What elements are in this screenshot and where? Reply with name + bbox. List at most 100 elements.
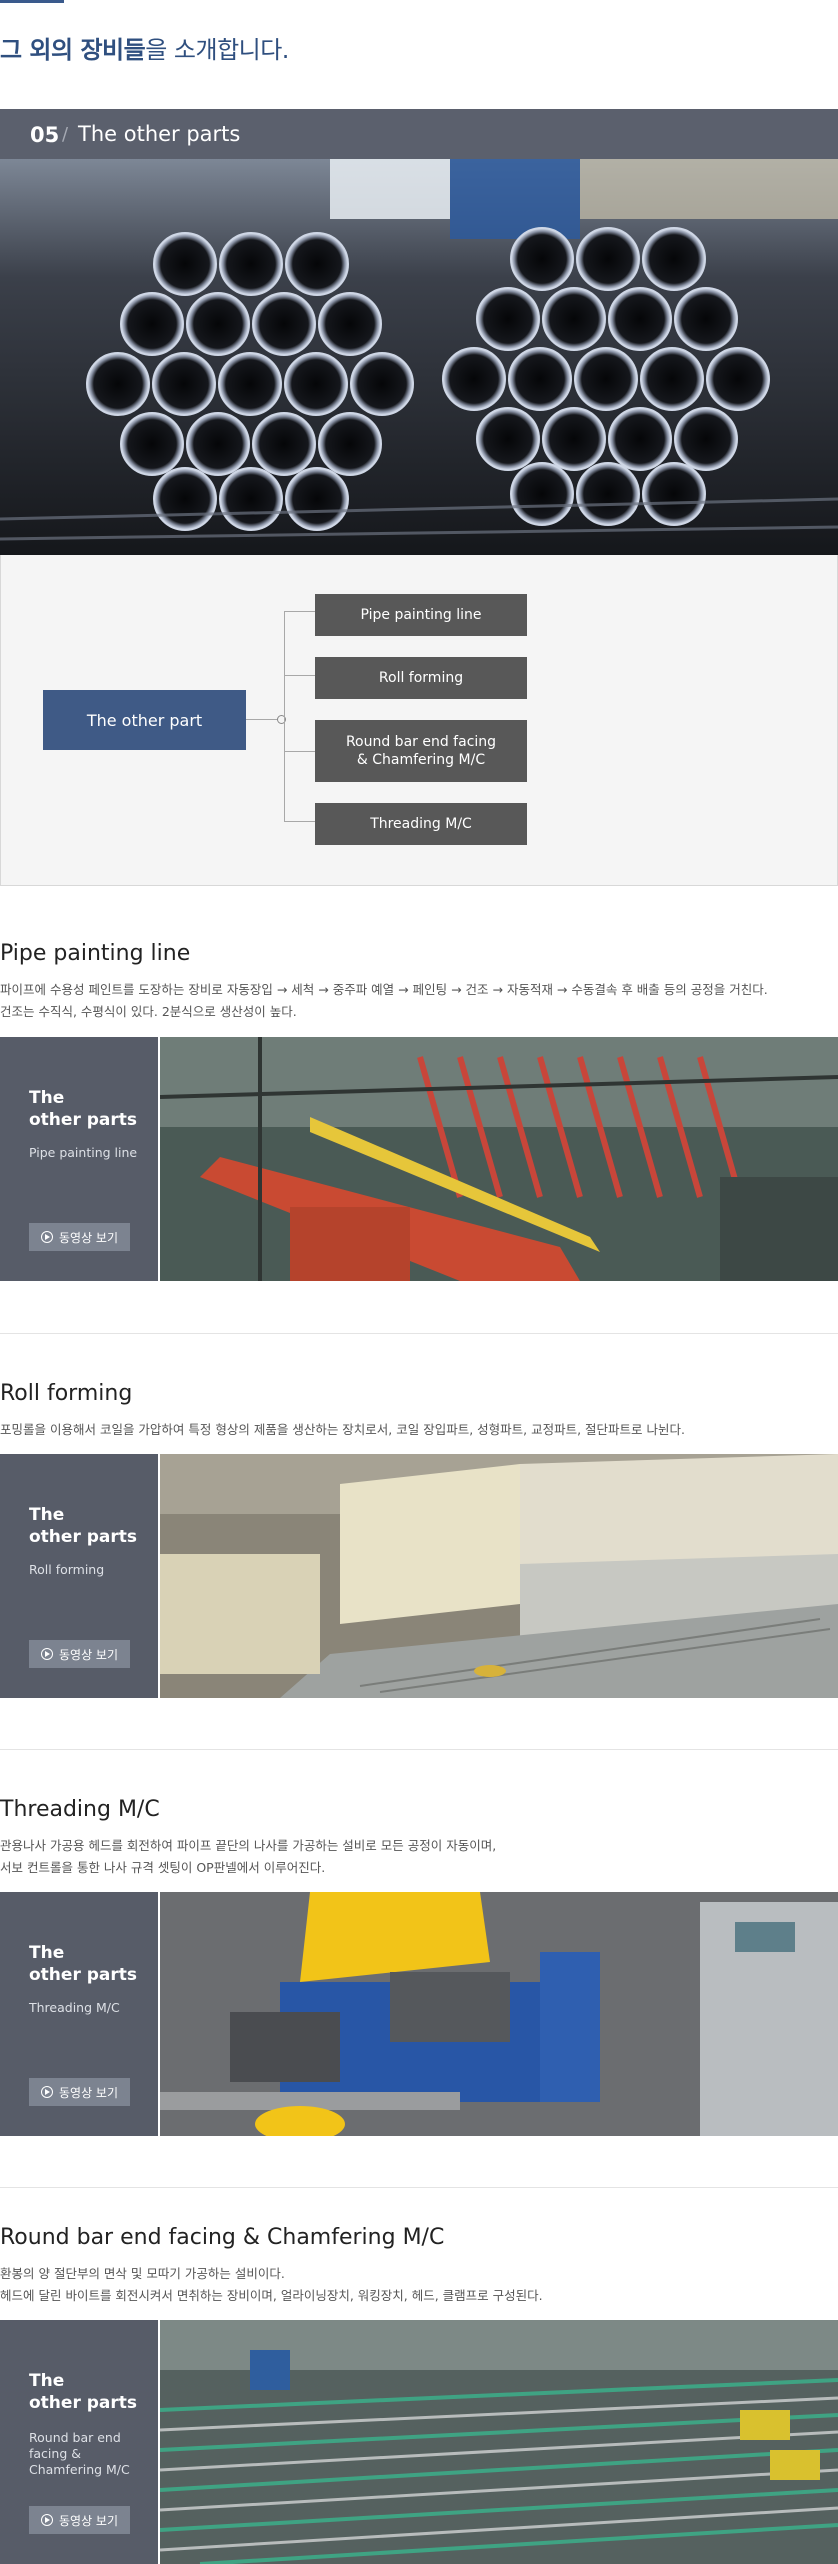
card-title: The other parts <box>29 1088 138 1130</box>
threading-photo <box>160 1892 838 2136</box>
card-title: The other parts <box>29 1943 138 1985</box>
pipe-end <box>186 412 250 476</box>
section-divider <box>0 1333 838 1334</box>
pipe-end <box>608 287 672 351</box>
section-header-bar: 05 / The other parts <box>0 109 838 159</box>
pipe-end <box>510 462 574 526</box>
diagram-item-roll-forming[interactable]: Roll forming <box>315 657 527 699</box>
section-title-threading: Threading M/C <box>0 1797 160 1822</box>
page-title: 그 외의 장비들을 소개합니다. <box>0 36 289 64</box>
pipe-end <box>442 347 506 411</box>
threading-card: The other parts Threading M/C 동영상 보기 <box>0 1892 838 2136</box>
section-desc-line: 서보 컨트롤을 통한 나사 규격 셋팅이 OP판넬에서 이루어진다. <box>0 1860 326 1875</box>
video-button[interactable]: 동영상 보기 <box>29 1223 130 1251</box>
video-button-label: 동영상 보기 <box>58 1230 118 1245</box>
card-subtitle: Threading M/C <box>29 2000 120 2015</box>
diagram-branch <box>284 611 315 612</box>
pipe-end <box>318 412 382 476</box>
pipe-painting-card: The other parts Pipe painting line 동영상 보… <box>0 1037 838 1281</box>
diagram-branch <box>284 751 315 752</box>
video-button-label: 동영상 보기 <box>58 2513 118 2528</box>
pipe-end <box>576 227 640 291</box>
card-side-panel: The other parts Threading M/C 동영상 보기 <box>0 1892 158 2136</box>
section-name: The other parts <box>78 122 241 146</box>
play-icon <box>40 1648 53 1660</box>
pipe-end <box>608 407 672 471</box>
pipe-end <box>642 227 706 291</box>
title-accent-line <box>0 0 64 3</box>
pipe-end <box>350 352 414 416</box>
pipe-end <box>219 232 283 296</box>
pipe-end <box>120 292 184 356</box>
video-button[interactable]: 동영상 보기 <box>29 1640 130 1668</box>
video-button-label: 동영상 보기 <box>58 2085 118 2100</box>
pipe-end <box>186 292 250 356</box>
pipe-end <box>318 292 382 356</box>
section-divider <box>0 1749 838 1750</box>
pipe-end <box>706 347 770 411</box>
card-title: The other parts <box>29 1505 138 1547</box>
pipe-end <box>574 347 638 411</box>
roll-forming-photo <box>160 1454 838 1698</box>
section-desc-line: 환봉의 양 절단부의 면삭 및 모따기 가공하는 설비이다. <box>0 2266 285 2281</box>
play-icon <box>40 1231 53 1243</box>
roll-forming-card: The other parts Roll forming 동영상 보기 <box>0 1454 838 1698</box>
pipe-end <box>120 412 184 476</box>
pipe-end <box>642 462 706 526</box>
pipe-end <box>476 407 540 471</box>
section-title-roll-forming: Roll forming <box>0 1381 133 1406</box>
pipe-painting-photo <box>160 1037 838 1281</box>
pipe-end <box>542 287 606 351</box>
section-number: 05 <box>30 123 60 147</box>
pipe-end <box>640 347 704 411</box>
card-side-panel: The other parts Round bar end facing & C… <box>0 2320 158 2564</box>
diagram-item-threading[interactable]: Threading M/C <box>315 803 527 845</box>
card-side-panel: The other parts Roll forming 동영상 보기 <box>0 1454 158 1698</box>
card-subtitle: Round bar end facing & Chamfering M/C <box>29 2430 130 2477</box>
section-title-round-bar: Round bar end facing & Chamfering M/C <box>0 2225 445 2250</box>
pipe-end <box>284 352 348 416</box>
round-bar-card: The other parts Round bar end facing & C… <box>0 2320 838 2564</box>
pipe-end <box>218 352 282 416</box>
section-desc-line: 포밍롤을 이용해서 코일을 가압하여 특정 형상의 제품을 생산하는 장치로서,… <box>0 1422 685 1437</box>
pipe-end <box>510 227 574 291</box>
round-bar-photo <box>160 2320 838 2564</box>
play-icon <box>40 2086 53 2098</box>
video-button[interactable]: 동영상 보기 <box>29 2506 130 2534</box>
pipe-end <box>674 407 738 471</box>
section-desc-line: 헤드에 달린 바이트를 회전시켜서 면취하는 장비이며, 얼라이닝장치, 워킹장… <box>0 2288 543 2303</box>
play-icon <box>40 2514 53 2526</box>
section-separator: / <box>62 124 69 145</box>
diagram-branch <box>284 675 315 676</box>
pipe-end <box>252 412 316 476</box>
diagram-item-round-bar[interactable]: Round bar end facing & Chamfering M/C <box>315 720 527 782</box>
pipe-end <box>153 232 217 296</box>
pipe-end <box>153 467 217 531</box>
pipe-end <box>152 352 216 416</box>
pipe-end <box>252 292 316 356</box>
diagram-item-pipe-painting[interactable]: Pipe painting line <box>315 594 527 636</box>
diagram-main-box: The other part <box>43 690 246 750</box>
parts-diagram: The other part Pipe painting line Roll f… <box>0 555 838 886</box>
pipe-end <box>285 467 349 531</box>
card-title: The other parts <box>29 2371 138 2413</box>
section-desc-line: 관용나사 가공용 헤드를 회전하여 파이프 끝단의 나사를 가공하는 설비로 모… <box>0 1838 497 1853</box>
pipe-end <box>476 287 540 351</box>
card-subtitle: Pipe painting line <box>29 1145 138 1160</box>
pipe-end <box>508 347 572 411</box>
card-subtitle: Roll forming <box>29 1562 105 1577</box>
pipe-end <box>285 232 349 296</box>
pipe-end <box>674 287 738 351</box>
section-desc-line: 건조는 수직식, 수평식이 있다. 2분식으로 생산성이 높다. <box>0 1004 297 1019</box>
hero-pipes-image <box>0 159 838 555</box>
section-desc-line: 파이프에 수용성 페인트를 도장하는 장비로 자동장입 → 세척 → 중주파 예… <box>0 982 768 997</box>
section-title-pipe-painting: Pipe painting line <box>0 941 191 966</box>
video-button-label: 동영상 보기 <box>58 1647 118 1662</box>
diagram-branch <box>284 821 315 822</box>
card-side-panel: The other parts Pipe painting line 동영상 보… <box>0 1037 158 1281</box>
diagram-vertical-line <box>284 611 285 821</box>
section-divider <box>0 2187 838 2188</box>
pipe-end <box>86 352 150 416</box>
video-button[interactable]: 동영상 보기 <box>29 2078 130 2106</box>
pipe-end <box>576 462 640 526</box>
